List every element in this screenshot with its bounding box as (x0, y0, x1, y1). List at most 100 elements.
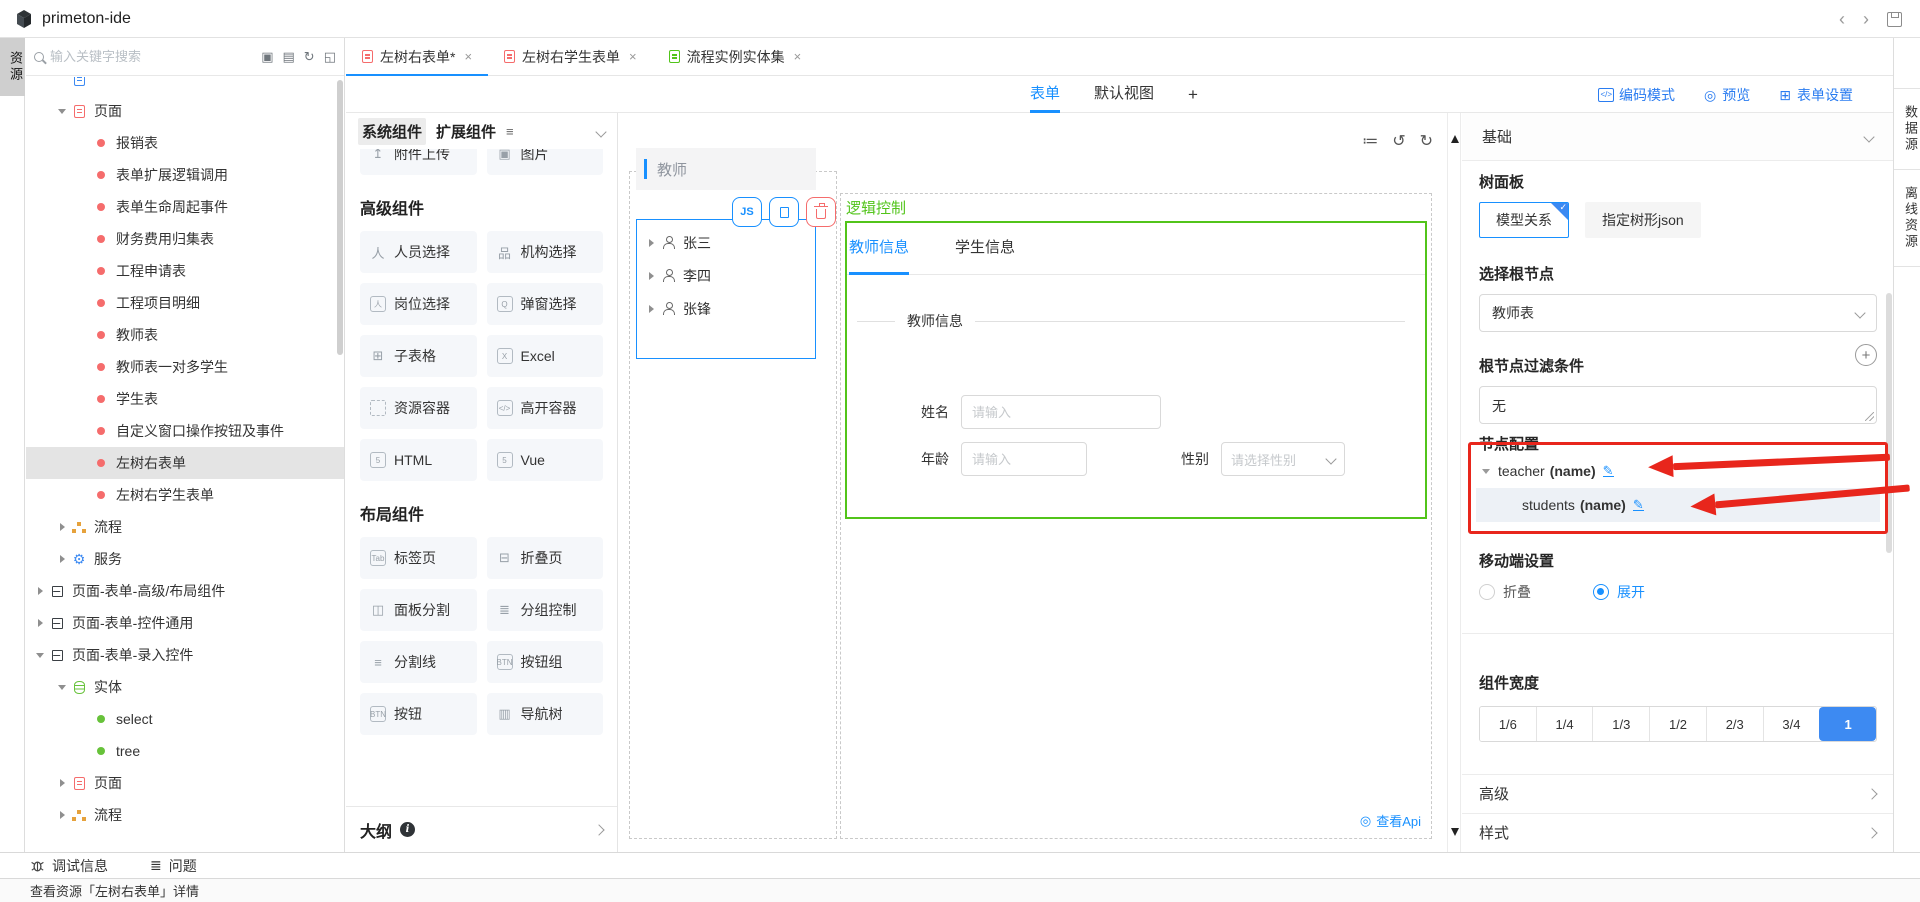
nav-forward-icon[interactable]: › (1863, 9, 1869, 30)
editor-tab-0[interactable]: 左树右表单*× (346, 38, 488, 75)
search-input[interactable] (50, 49, 255, 64)
width-option-1/2[interactable]: 1/2 (1649, 707, 1706, 741)
preview-button[interactable]: ◎ 预览 (1703, 85, 1750, 105)
right-caret-icon[interactable] (34, 619, 46, 627)
width-option-3/4[interactable]: 3/4 (1763, 707, 1820, 741)
width-option-1/3[interactable]: 1/3 (1592, 707, 1649, 741)
right-caret-icon[interactable] (56, 523, 68, 531)
new-folder-icon[interactable]: ▤ (283, 49, 295, 65)
right-caret-icon[interactable] (34, 587, 46, 595)
form-column-container[interactable]: 逻辑控制 教师信息 学生信息 教师信息 姓名 年龄 (840, 193, 1432, 839)
tree-item-页面-表单-控件通用[interactable]: 页面-表单-控件通用 (26, 607, 344, 639)
tree-item-流程[interactable]: 流程 (26, 799, 344, 831)
scroll-up-icon[interactable] (1451, 135, 1459, 143)
palette-hamburger-icon[interactable]: ≡ (506, 124, 514, 139)
right-caret-icon[interactable] (649, 239, 654, 247)
tree-item-页面-表单-高级/布局组件[interactable]: 页面-表单-高级/布局组件 (26, 575, 344, 607)
root-node-select[interactable]: 教师表 (1479, 294, 1877, 332)
tree-item-页面[interactable]: 页面 (26, 95, 344, 127)
teacher-node-张三[interactable]: 张三 (637, 226, 815, 259)
edit-pencil-icon[interactable]: ✎ (1633, 499, 1644, 511)
radio-collapse[interactable]: 折叠 (1479, 582, 1531, 602)
node-row-students[interactable]: students (name) ✎ (1476, 488, 1880, 522)
tree-item-表单扩展逻辑调用[interactable]: 表单扩展逻辑调用 (26, 159, 344, 191)
editor-tab-1[interactable]: 左树右学生表单× (488, 38, 653, 75)
sidebar-scrollbar[interactable] (337, 80, 343, 355)
palette-item-分割线[interactable]: ≡分割线 (360, 641, 477, 683)
outline-footer[interactable]: 大纲 i (346, 806, 617, 852)
code-mode-button[interactable]: </> 编码模式 (1598, 85, 1675, 105)
teacher-tree-widget[interactable]: 张三李四张锋 (636, 219, 816, 359)
age-input[interactable] (961, 442, 1087, 476)
tree-item-表单生命周起事件[interactable]: 表单生命周起事件 (26, 191, 344, 223)
tree-item-tree[interactable]: tree (26, 735, 344, 767)
tree-item-左树右表单[interactable]: 左树右表单 (26, 447, 344, 479)
tree-panel-header[interactable]: 教师 (636, 148, 816, 190)
rail-tab-datasource[interactable]: 数据源 (1894, 89, 1920, 170)
root-filter-textarea[interactable]: 无 (1479, 386, 1877, 424)
palette-tab-system[interactable]: 系统组件 (358, 118, 426, 145)
problems-button[interactable]: ≣ 问题 (150, 856, 197, 876)
tree-item-页面-表单-录入控件[interactable]: 页面-表单-录入控件 (26, 639, 344, 671)
palette-item-附件上传[interactable]: ↥附件上传 (360, 149, 477, 175)
palette-item-岗位选择[interactable]: 人岗位选择 (360, 283, 477, 325)
debug-info-button[interactable]: 调试信息 (30, 856, 108, 876)
add-filter-icon[interactable]: + (1855, 344, 1877, 366)
radio-on-icon[interactable] (1593, 584, 1609, 600)
palette-item-弹窗选择[interactable]: Q弹窗选择 (487, 283, 604, 325)
right-caret-icon[interactable] (649, 272, 654, 280)
delete-widget-button[interactable] (806, 197, 836, 227)
down-caret-icon[interactable] (34, 653, 46, 658)
mode-model-relation-button[interactable]: 模型关系 ✓ (1479, 202, 1569, 238)
palette-item-机构选择[interactable]: 品机构选择 (487, 231, 604, 273)
down-caret-icon[interactable] (56, 685, 68, 690)
teacher-node-张锋[interactable]: 张锋 (637, 292, 815, 325)
section-basic-header[interactable]: 基础 (1462, 113, 1893, 161)
palette-item-分组控制[interactable]: ≣分组控制 (487, 589, 604, 631)
tab-student-info[interactable]: 学生信息 (955, 223, 1015, 275)
import-icon[interactable]: ▣ (261, 49, 273, 65)
copy-widget-button[interactable] (769, 197, 799, 227)
tree-item-报销表[interactable]: 报销表 (26, 127, 344, 159)
tree-item-左树右学生表单[interactable]: 左树右学生表单 (26, 479, 344, 511)
width-option-1[interactable]: 1 (1819, 707, 1876, 741)
palette-tab-extended[interactable]: 扩展组件 (436, 121, 496, 142)
redo-icon[interactable]: ↻ (1420, 131, 1433, 151)
name-input[interactable] (961, 395, 1161, 429)
tree-item-页面[interactable]: 页面 (26, 767, 344, 799)
inspector-scrollbar[interactable] (1886, 293, 1892, 553)
right-caret-icon[interactable] (56, 779, 68, 787)
nav-back-icon[interactable]: ‹ (1839, 9, 1845, 30)
palette-item-HTML[interactable]: 5HTML (360, 439, 477, 481)
close-icon[interactable]: × (464, 49, 472, 64)
palette-collapse-icon[interactable] (597, 123, 605, 140)
palette-item-人员选择[interactable]: 人人员选择 (360, 231, 477, 273)
palette-item-子表格[interactable]: ⊞子表格 (360, 335, 477, 377)
add-view-button[interactable]: + (1188, 85, 1198, 105)
right-caret-icon[interactable] (56, 811, 68, 819)
refresh-icon[interactable]: ↻ (304, 49, 315, 65)
tree-item-学生表[interactable]: 学生表 (26, 383, 344, 415)
rail-tab-offline-resources[interactable]: 离线资源 (1894, 170, 1920, 267)
palette-item-Excel[interactable]: XExcel (487, 335, 604, 377)
tree-item-财务费用归集表[interactable]: 财务费用归集表 (26, 223, 344, 255)
teacher-node-李四[interactable]: 李四 (637, 259, 815, 292)
palette-item-标签页[interactable]: Tab标签页 (360, 537, 477, 579)
tree-item-实体[interactable]: 实体 (26, 671, 344, 703)
tree-item-服务[interactable]: ⚙服务 (26, 543, 344, 575)
right-caret-icon[interactable] (649, 305, 654, 313)
right-caret-icon[interactable] (56, 555, 68, 563)
width-option-1/6[interactable]: 1/6 (1480, 707, 1536, 741)
palette-item-面板分割[interactable]: ◫面板分割 (360, 589, 477, 631)
node-row-teacher[interactable]: teacher (name) ✎ (1476, 454, 1880, 488)
collapse-panel-icon[interactable]: ◱ (324, 49, 336, 65)
undo-icon[interactable]: ↺ (1392, 131, 1405, 151)
tree-item-select[interactable]: select (26, 703, 344, 735)
radio-expand[interactable]: 展开 (1593, 582, 1645, 602)
palette-item-折叠页[interactable]: ⊟折叠页 (487, 537, 604, 579)
mode-tree-json-button[interactable]: 指定树形json (1585, 202, 1701, 238)
view-api-link[interactable]: ◎ 查看Api (1360, 811, 1421, 830)
palette-item-Vue[interactable]: 5Vue (487, 439, 604, 481)
tree-item-自定义窗口操作按钮及事件[interactable]: 自定义窗口操作按钮及事件 (26, 415, 344, 447)
palette-item-资源容器[interactable]: 资源容器 (360, 387, 477, 429)
